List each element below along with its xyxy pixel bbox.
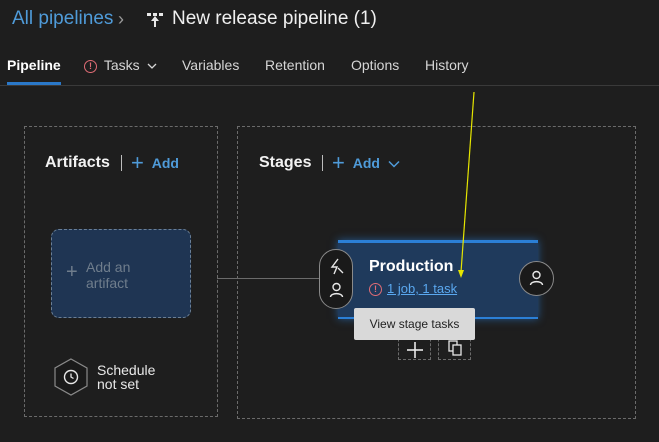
plus-icon: + — [131, 150, 144, 175]
schedule-line1: Schedule — [97, 362, 156, 378]
tabs-divider — [0, 85, 659, 86]
stages-title: Stages — [259, 154, 312, 171]
chevron-down-icon — [147, 63, 157, 69]
schedule-line2: not set — [97, 376, 140, 392]
tooltip-view-stage-tasks: View stage tasks — [354, 308, 475, 340]
tab-retention[interactable]: Retention — [265, 57, 325, 73]
tab-pipeline[interactable]: Pipeline — [7, 57, 61, 73]
add-stage-button[interactable]: + Add — [332, 152, 400, 174]
add-artifact-line1: Add an — [86, 259, 131, 275]
stage-tasks-link[interactable]: 1 job, 1 task — [387, 281, 457, 296]
person-icon — [329, 282, 344, 298]
add-artifact-line2: artifact — [86, 275, 129, 291]
lightning-icon — [330, 258, 344, 275]
tab-options[interactable]: Options — [351, 57, 399, 73]
plus-icon — [407, 342, 423, 358]
add-artifact-button[interactable]: + Add — [131, 152, 179, 174]
pre-deployment-conditions-button[interactable] — [319, 249, 353, 309]
tab-tasks-label: Tasks — [103, 57, 140, 73]
copy-icon — [448, 340, 462, 356]
plus-icon: + — [66, 261, 78, 283]
schedule-status: Schedule not set — [97, 363, 155, 391]
add-artifact-label: Add an artifact — [86, 259, 166, 291]
breadcrumb-separator: › — [118, 9, 124, 29]
add-stage-button-label: Add — [352, 155, 380, 171]
warning-icon: ! — [84, 60, 97, 73]
schedule-clock-icon[interactable] — [53, 358, 89, 396]
tab-variables[interactable]: Variables — [182, 57, 239, 73]
tab-history[interactable]: History — [425, 57, 469, 73]
artifacts-title: Artifacts — [45, 154, 110, 171]
plus-icon: + — [332, 150, 345, 175]
page-title: New release pipeline (1) — [172, 8, 377, 29]
warning-icon: ! — [369, 283, 382, 296]
tab-tasks[interactable]: ! Tasks — [84, 57, 157, 73]
stage-name[interactable]: Production — [369, 258, 453, 276]
pipeline-icon — [147, 13, 163, 27]
person-icon — [529, 270, 544, 286]
chevron-down-icon — [388, 160, 400, 168]
add-artifact-button-label: Add — [151, 155, 179, 171]
stage-tasks-summary: ! 1 job, 1 task — [369, 281, 457, 296]
post-deployment-conditions-button[interactable] — [519, 261, 554, 296]
artifacts-title-divider — [121, 155, 122, 171]
add-artifact-card[interactable]: + Add an artifact — [51, 229, 191, 318]
breadcrumb-all-pipelines[interactable]: All pipelines — [12, 8, 113, 30]
stages-title-divider — [322, 155, 323, 171]
